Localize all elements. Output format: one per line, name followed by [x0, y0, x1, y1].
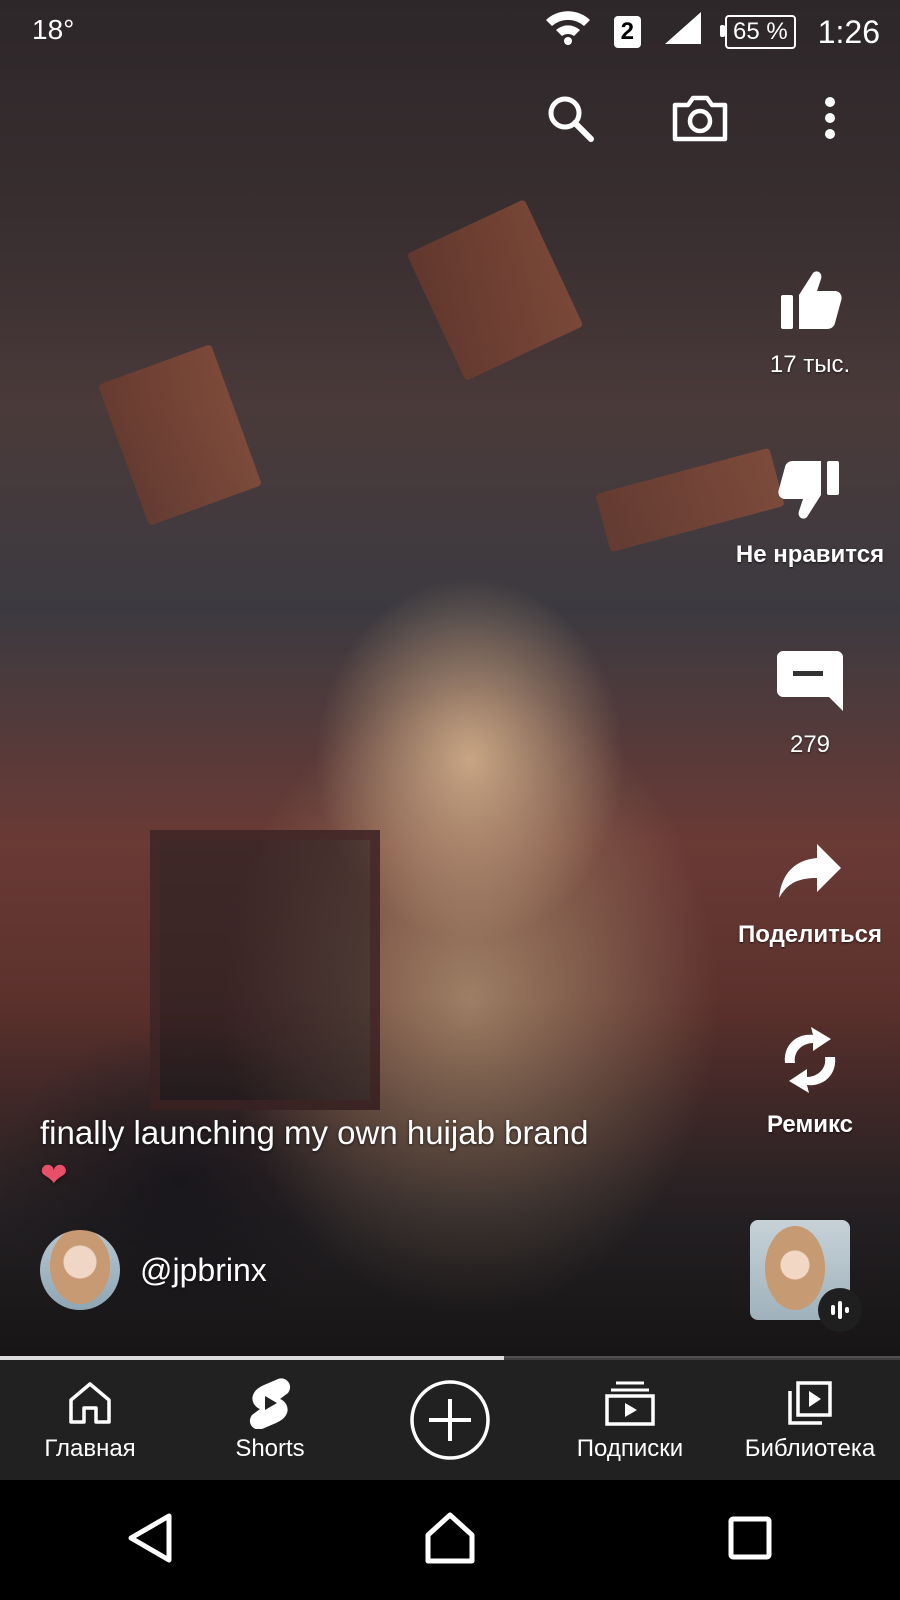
system-recents-button[interactable]	[705, 1495, 795, 1585]
status-bar: 18° 2 65 % 1:26	[0, 0, 900, 60]
nav-library-label: Библиотека	[744, 1435, 876, 1462]
system-home-button[interactable]	[405, 1495, 495, 1585]
nav-shorts[interactable]: Shorts	[180, 1360, 360, 1480]
nav-home[interactable]: Главная	[0, 1360, 180, 1480]
recents-square-icon	[727, 1515, 773, 1566]
thumb-up-icon	[775, 265, 845, 335]
thumb-down-icon	[775, 455, 845, 525]
avatar[interactable]	[40, 1230, 120, 1310]
home-outline-icon	[423, 1511, 477, 1570]
remix-button[interactable]: Ремикс	[720, 1025, 900, 1139]
comments-count: 279	[789, 731, 831, 758]
caption-heart: ❤	[40, 1156, 68, 1193]
remix-icon	[775, 1025, 845, 1095]
nav-subscriptions-label: Подписки	[576, 1435, 684, 1462]
caption-emoji-line: ❤	[40, 1154, 660, 1196]
dislike-label: Не нравится	[735, 541, 885, 568]
dislike-button[interactable]: Не нравится	[720, 455, 900, 569]
wifi-icon	[544, 10, 592, 54]
clock: 1:26	[817, 13, 880, 50]
channel-handle[interactable]: @jpbrinx	[140, 1252, 267, 1289]
caption-text: finally launching my own huijab brand	[40, 1114, 589, 1151]
nav-home-label: Главная	[44, 1435, 136, 1462]
signal-icon	[663, 10, 703, 54]
shorts-icon	[248, 1377, 292, 1429]
nav-create[interactable]	[360, 1360, 540, 1480]
more-vert-icon	[823, 96, 837, 145]
library-icon	[786, 1377, 834, 1429]
search-button[interactable]	[540, 90, 600, 150]
temperature: 18°	[32, 14, 75, 45]
subscriptions-icon	[604, 1377, 656, 1429]
like-button[interactable]: 17 тыс.	[720, 265, 900, 379]
share-label: Поделиться	[737, 921, 883, 948]
like-count: 17 тыс.	[769, 351, 851, 378]
nav-library[interactable]: Библиотека	[720, 1360, 900, 1480]
nav-shorts-label: Shorts	[235, 1435, 305, 1462]
remix-label: Ремикс	[767, 1111, 853, 1138]
nav-subscriptions[interactable]: Подписки	[540, 1360, 720, 1480]
top-action-bar	[540, 90, 860, 150]
home-icon	[67, 1377, 113, 1429]
share-button[interactable]: Поделиться	[720, 835, 900, 949]
bottom-navigation: Главная Shorts Подписки Библиотека	[0, 1360, 900, 1480]
battery-indicator: 65 %	[720, 15, 796, 49]
comments-button[interactable]: 279	[720, 645, 900, 759]
share-icon	[775, 835, 845, 905]
add-circle-icon	[409, 1379, 491, 1461]
camera-button[interactable]	[670, 90, 730, 150]
camera-icon	[671, 93, 729, 148]
system-back-button[interactable]	[105, 1495, 195, 1585]
channel-info[interactable]: @jpbrinx	[40, 1230, 267, 1310]
comment-icon	[775, 645, 845, 715]
sim-slot-badge: 2	[613, 16, 642, 48]
background-beam	[406, 199, 584, 381]
search-icon	[545, 93, 595, 148]
audio-wave-icon	[818, 1288, 862, 1332]
background-beam	[97, 344, 263, 526]
system-navigation-bar	[0, 1480, 900, 1600]
back-triangle-icon	[125, 1512, 175, 1569]
sound-thumbnail[interactable]	[750, 1220, 862, 1332]
video-caption: finally launching my own huijab brand ❤	[40, 1112, 660, 1196]
more-options-button[interactable]	[800, 90, 860, 150]
